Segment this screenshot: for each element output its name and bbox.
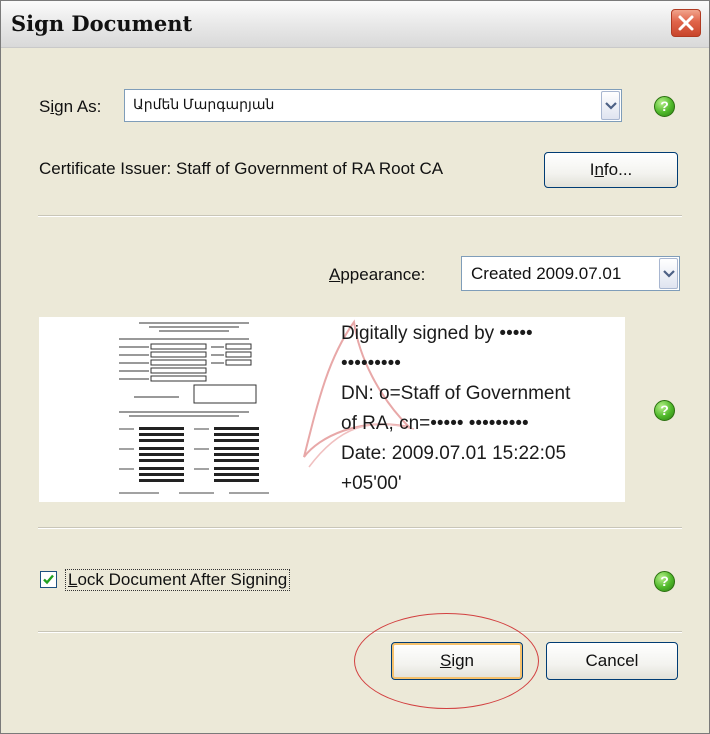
lock-document-label[interactable]: Lock Document After Signing: [65, 569, 291, 591]
close-button[interactable]: [671, 9, 701, 37]
signature-preview: Digitally signed by ••••• ••••••••• DN: …: [39, 317, 625, 502]
appearance-label: Appearance:: [329, 265, 426, 284]
signature-preview-text: Digitally signed by ••••• ••••••••• DN: …: [341, 319, 626, 499]
separator: [38, 527, 682, 529]
sign-as-select[interactable]: Արմեն Մարգարյան: [124, 89, 622, 122]
preview-line: +05'00': [341, 473, 402, 494]
checkmark-icon: [43, 574, 54, 585]
chevron-down-icon: [605, 101, 617, 110]
preview-line: DN: o=Staff of Government: [341, 383, 571, 404]
sign-as-dropdown-button[interactable]: [601, 91, 620, 120]
dialog-title: Sign Document: [11, 11, 193, 36]
sign-as-value: Արմեն Մարգարյան: [133, 98, 275, 113]
appearance-select[interactable]: Created 2009.07.01: [461, 256, 680, 291]
preview-line: Digitally signed by •••••: [341, 323, 533, 344]
info-button[interactable]: In fo...: [544, 152, 678, 188]
separator: [38, 631, 682, 633]
title-bar[interactable]: Sign Document: [1, 1, 709, 48]
separator: [38, 215, 682, 217]
preview-line: Date: 2009.07.01 15:22:05: [341, 443, 567, 464]
lock-document-help-icon[interactable]: ?: [654, 571, 675, 592]
certificate-issuer-text: Certificate Issuer: Staff of Government …: [39, 159, 444, 178]
sign-button[interactable]: Sign: [391, 642, 523, 680]
chevron-down-icon: [663, 269, 675, 278]
cancel-button[interactable]: Cancel: [546, 642, 678, 680]
sign-as-help-icon[interactable]: ?: [654, 96, 675, 117]
appearance-dropdown-button[interactable]: [659, 258, 678, 289]
sign-as-label: Sign As:: [39, 97, 102, 116]
lock-document-checkbox[interactable]: [40, 571, 57, 588]
sign-document-dialog: Sign Document Sign As: Արմեն Մարգարյան ?…: [0, 0, 710, 734]
preview-line: of RA, cn=••••• •••••••••: [341, 413, 529, 434]
preview-line: •••••••••: [341, 353, 401, 374]
appearance-value: Created 2009.07.01: [471, 263, 622, 283]
appearance-help-icon[interactable]: ?: [654, 400, 675, 421]
close-icon: [678, 15, 694, 31]
